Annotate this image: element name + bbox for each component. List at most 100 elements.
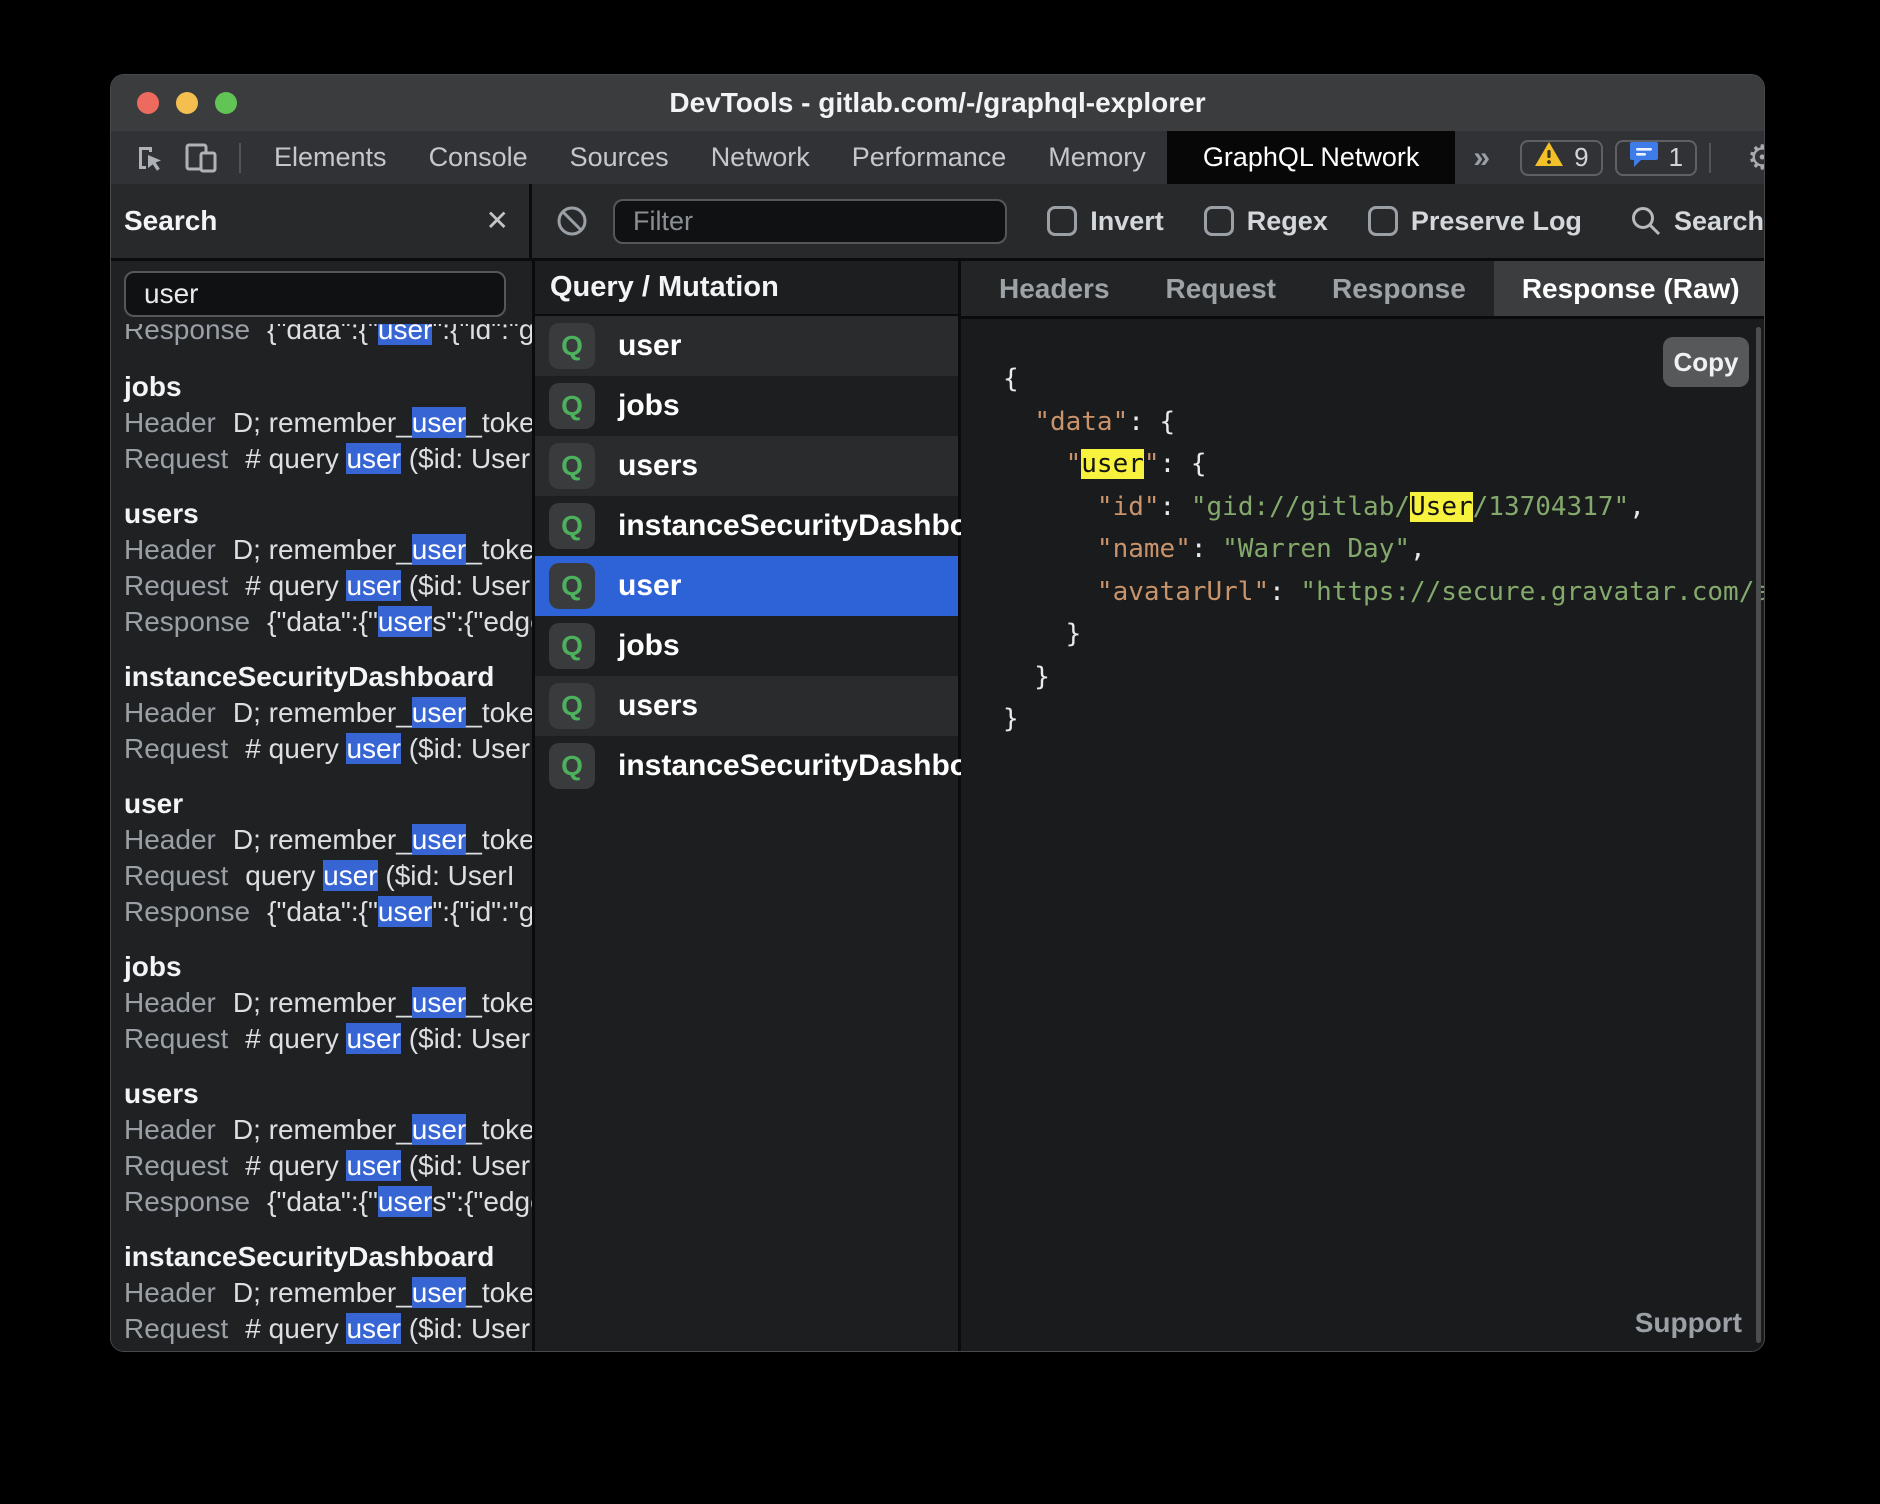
search-result-row[interactable]: Response{"data":{"user":{"id":"gi <box>124 324 532 348</box>
close-window-button[interactable] <box>137 92 159 114</box>
vertical-scrollbar[interactable] <box>1756 327 1761 1343</box>
close-search-icon[interactable]: ✕ <box>486 207 509 235</box>
tab-elements[interactable]: Elements <box>253 131 408 184</box>
search-result-row[interactable]: HeaderD; remember_user_token=e <box>124 1275 532 1311</box>
search-result-row[interactable]: Request# query user ($id: UserI <box>124 568 532 604</box>
tab-performance[interactable]: Performance <box>831 131 1028 184</box>
search-result-row[interactable]: Request# query user ($id: UserI <box>124 1148 532 1184</box>
search-result-group-title[interactable]: instanceSecurityDashboard <box>124 1239 532 1275</box>
json-line: "name": "Warren Day", <box>1003 528 1764 571</box>
json-token: : <box>1191 534 1222 564</box>
search-result-row[interactable]: HeaderD; remember_user_token=e <box>124 822 532 858</box>
search-match-highlight: user <box>346 443 400 474</box>
json-token: "avatarUrl" <box>1097 577 1269 607</box>
json-line: } <box>1003 656 1764 699</box>
toolbar-divider <box>1709 143 1711 173</box>
search-result-row[interactable]: HeaderD; remember_user_token=e <box>124 985 532 1021</box>
more-tabs-icon[interactable]: » <box>1473 141 1490 175</box>
search-match-highlight: user <box>1081 449 1144 479</box>
text-segment: {"data":{" <box>267 324 378 345</box>
checkbox-label: Regex <box>1247 206 1328 237</box>
support-link[interactable]: Support <box>1635 1307 1742 1339</box>
search-result-row[interactable]: HeaderD; remember_user_token=e <box>124 1112 532 1148</box>
settings-gear-icon[interactable]: ⚙ <box>1747 141 1765 175</box>
response-panel-tabs: HeadersRequestResponse Response (Raw) ✕ <box>961 261 1764 319</box>
regex-checkbox[interactable] <box>1204 206 1234 236</box>
json-token: "Warren Day" <box>1222 534 1410 564</box>
main-content: Response{"data":{"user":{"id":"gijobsHea… <box>111 261 1764 1351</box>
tab-request[interactable]: Request <box>1138 261 1304 316</box>
text-segment: D; remember_ <box>233 697 412 728</box>
inspect-element-icon[interactable] <box>134 142 166 174</box>
query-item-label: user <box>618 329 681 363</box>
preserve-log-checkbox[interactable] <box>1368 206 1398 236</box>
search-result-group-title[interactable]: jobs <box>124 949 532 985</box>
minimize-window-button[interactable] <box>176 92 198 114</box>
search-result-row[interactable]: HeaderD; remember_user_token=e <box>124 532 532 568</box>
search-result-row[interactable]: Request# query user ($id: UserI <box>124 1311 532 1347</box>
search-result-group-title[interactable]: jobs <box>124 369 532 405</box>
search-result-row[interactable]: Response{"data":{"users":{"edges <box>124 604 532 640</box>
json-token: /13704317" <box>1473 492 1630 522</box>
filter-input[interactable] <box>613 199 1007 244</box>
query-list-item[interactable]: Quser <box>535 316 958 376</box>
search-result-row[interactable]: Response{"data":{"users":{"edges <box>124 1184 532 1220</box>
tab-response-raw[interactable]: Response (Raw) <box>1494 261 1765 316</box>
tab-response[interactable]: Response <box>1304 261 1494 316</box>
result-row-label: Request <box>124 1313 228 1344</box>
search-result-group-title[interactable]: user <box>124 786 532 822</box>
search-result-row[interactable]: Requestquery user ($id: UserI <box>124 858 532 894</box>
tab-headers[interactable]: Headers <box>971 261 1138 316</box>
clear-icon[interactable] <box>555 204 589 238</box>
text-segment: ($id: UserI <box>401 1023 535 1054</box>
json-token: "gid://gitlab/ <box>1191 492 1410 522</box>
text-segment: # query <box>245 570 346 601</box>
query-list-item-selected[interactable]: Quser <box>535 556 958 616</box>
tab-console[interactable]: Console <box>408 131 549 184</box>
search-result-row[interactable]: Request# query user ($id: UserI <box>124 441 532 477</box>
result-row-label: Header <box>124 824 216 855</box>
search-result-row[interactable]: HeaderD; remember_user_token=e <box>124 405 532 441</box>
search-result-group-title[interactable]: instanceSecurityDashboard <box>124 659 532 695</box>
search-results-list: Response{"data":{"user":{"id":"gijobsHea… <box>111 324 532 1347</box>
zoom-window-button[interactable] <box>215 92 237 114</box>
tab-memory[interactable]: Memory <box>1027 131 1167 184</box>
search-result-row-partial[interactable]: Response{"data":{"user":{"id":"gi <box>124 324 532 350</box>
query-list-item[interactable]: Qjobs <box>535 616 958 676</box>
result-row-label: Response <box>124 606 250 637</box>
query-list-item[interactable]: QinstanceSecurityDashboard <box>535 496 958 556</box>
query-list-item[interactable]: Qusers <box>535 436 958 496</box>
query-item-label: users <box>618 689 698 723</box>
search-result-row[interactable]: Response{"data":{"user":{"id":"gid <box>124 894 532 930</box>
search-result-group: jobsHeaderD; remember_user_token=eReques… <box>124 949 532 1057</box>
devtools-window: DevTools - gitlab.com/-/graphql-explorer… <box>110 74 1765 1352</box>
query-list-item[interactable]: QinstanceSecurityDashboard <box>535 736 958 796</box>
query-mutation-panel: Query / Mutation QuserQjobsQusersQinstan… <box>535 261 961 1351</box>
text-segment: _token=e <box>466 987 535 1018</box>
query-list-item[interactable]: Qusers <box>535 676 958 736</box>
search-result-group: usersHeaderD; remember_user_token=eReque… <box>124 496 532 640</box>
search-query-input[interactable] <box>124 271 506 317</box>
tab-graphql-network[interactable]: GraphQL Network <box>1167 131 1456 184</box>
search-result-group-title[interactable]: users <box>124 1076 532 1112</box>
invert-checkbox[interactable] <box>1047 206 1077 236</box>
copy-button[interactable]: Copy <box>1663 337 1749 387</box>
result-row-label: Request <box>124 1023 228 1054</box>
search-toggle-label[interactable]: Search <box>1674 206 1764 237</box>
query-list-item[interactable]: Qjobs <box>535 376 958 436</box>
search-icon[interactable] <box>1630 205 1662 237</box>
tab-network[interactable]: Network <box>690 131 831 184</box>
search-result-group-title[interactable]: users <box>124 496 532 532</box>
search-result-row[interactable]: Request# query user ($id: UserI <box>124 1021 532 1057</box>
json-line: "avatarUrl": "https://secure.gravatar.co… <box>1003 571 1764 614</box>
search-result-row[interactable]: HeaderD; remember_user_token=e <box>124 695 532 731</box>
json-line: { <box>1003 358 1764 401</box>
device-toolbar-icon[interactable] <box>184 142 218 174</box>
text-segment: _token=e <box>466 407 535 438</box>
checkbox-label: Preserve Log <box>1411 206 1582 237</box>
text-segment: # query <box>245 733 346 764</box>
search-result-row[interactable]: Request# query user ($id: UserI <box>124 731 532 767</box>
messages-badge[interactable]: 1 <box>1615 140 1697 176</box>
warnings-badge[interactable]: 9 <box>1520 140 1602 176</box>
tab-sources[interactable]: Sources <box>549 131 690 184</box>
